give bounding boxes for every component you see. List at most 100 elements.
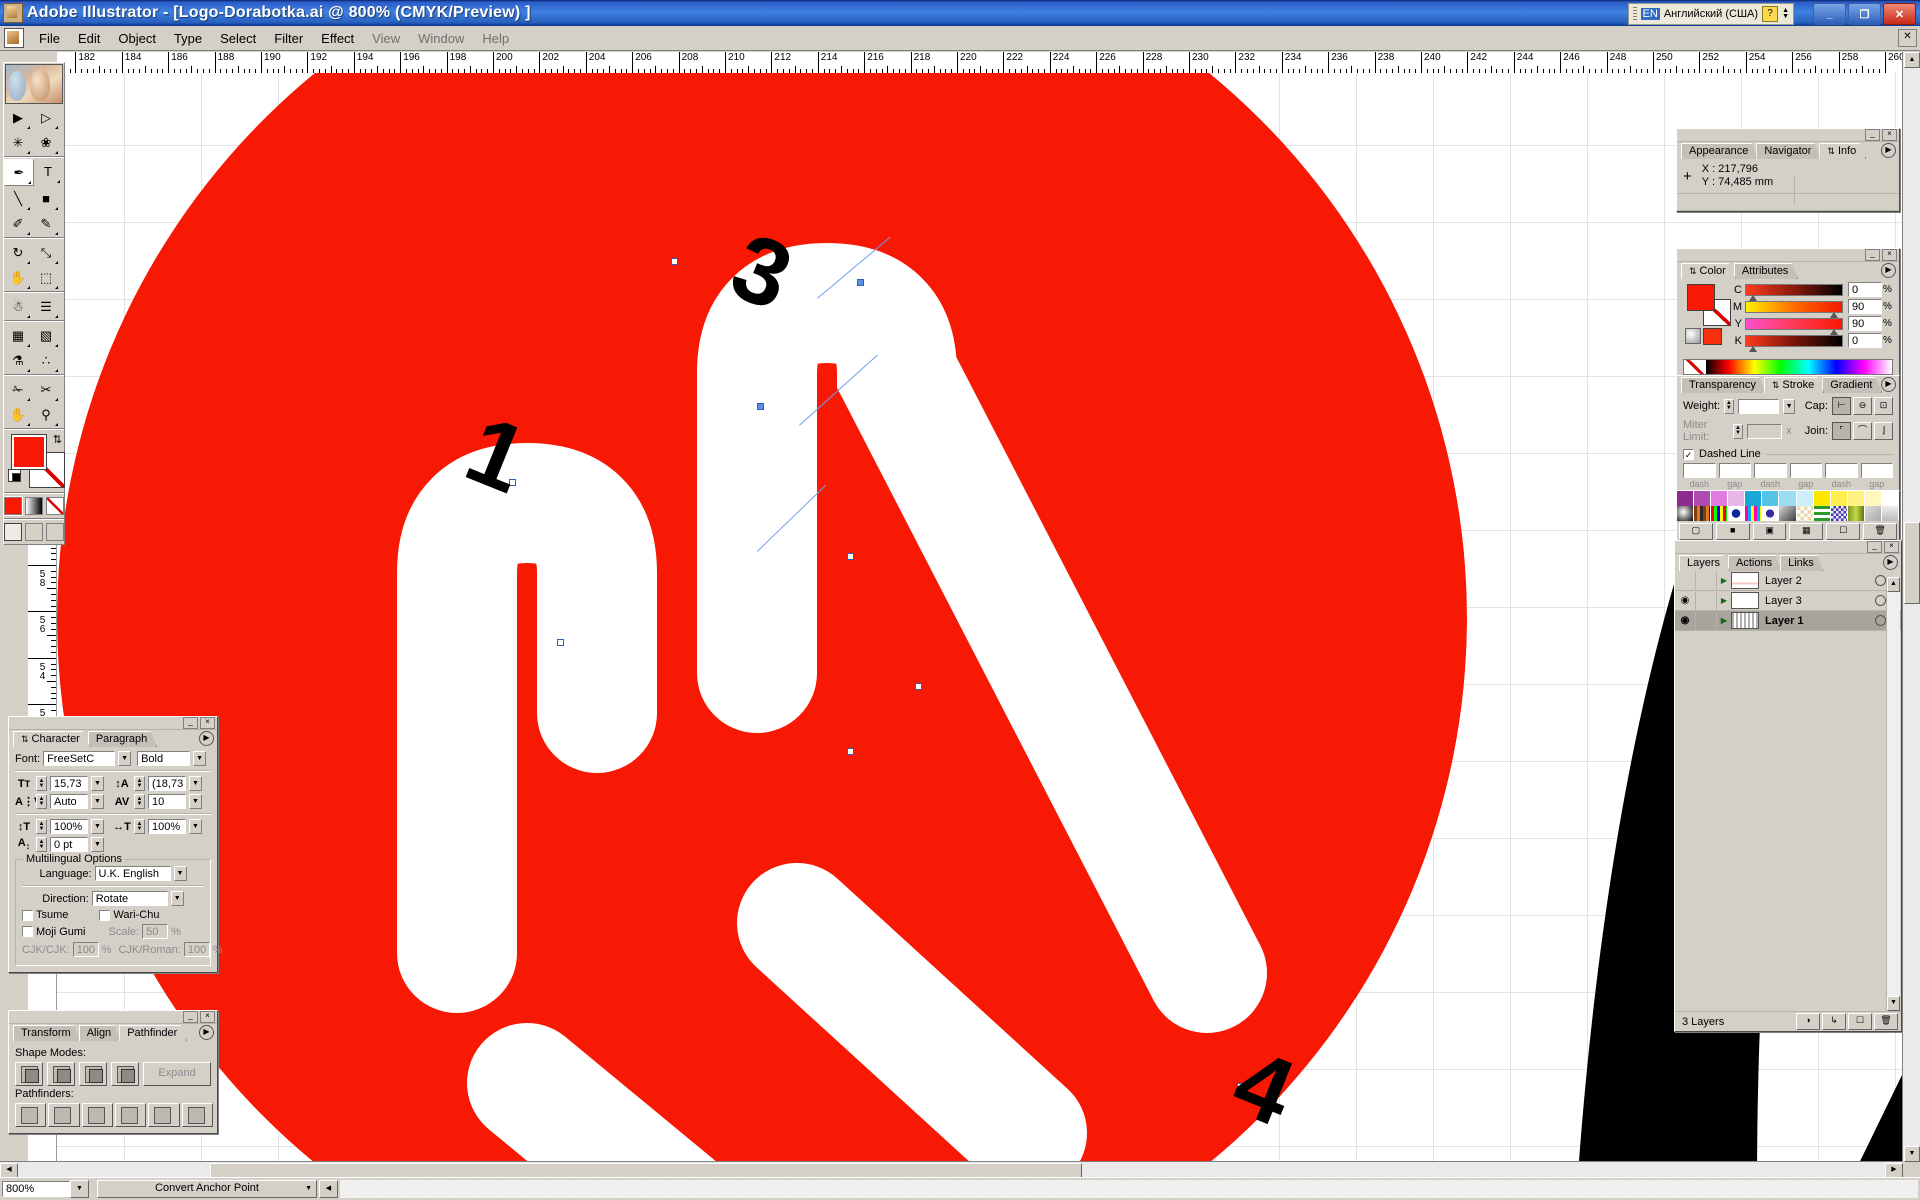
pencil-tool[interactable]: ✎ — [32, 211, 60, 236]
color-tabrow[interactable]: ⇅ Color Attributes ▶ — [1677, 262, 1899, 279]
font-size-dropdown-icon[interactable]: ▼ — [91, 776, 104, 791]
character-tabrow[interactable]: ⇅ Character Paragraph ▶ — [9, 730, 217, 747]
weight-dropdown-icon[interactable]: ▼ — [1783, 398, 1795, 414]
tool-dropdown-icon[interactable]: ▼ — [305, 1181, 312, 1196]
pattern-swatch[interactable] — [1745, 506, 1763, 521]
color-slider-y[interactable]: Y 90% — [1729, 316, 1893, 335]
dash-field-3[interactable] — [1789, 463, 1822, 478]
none-button[interactable] — [46, 497, 64, 515]
miter-field[interactable] — [1746, 423, 1783, 439]
info-close-button[interactable]: × — [1882, 129, 1897, 141]
color-swatch[interactable] — [1881, 491, 1900, 506]
kerning-stepper[interactable]: ▲ ▼ — [36, 794, 47, 809]
pathfinder-minimize-button[interactable]: _ — [183, 1011, 198, 1023]
color-swatch[interactable] — [1830, 491, 1848, 506]
info-tabrow[interactable]: Appearance Navigator ⇅ Info ▶ — [1677, 142, 1899, 159]
swatch-delete-button[interactable]: 🗑 — [1863, 523, 1897, 540]
slider-track-M[interactable] — [1745, 300, 1843, 318]
swatch-show-color-button[interactable]: ■ — [1715, 523, 1750, 540]
baseline-stepper[interactable]: ▲ ▼ — [36, 837, 47, 852]
expand-button[interactable]: Expand — [143, 1062, 211, 1086]
layer-row[interactable]: ▶ Layer 2 — [1675, 571, 1901, 591]
anchor-point[interactable] — [857, 279, 864, 286]
mesh-tool[interactable]: ▦ — [4, 323, 32, 348]
tab-attributes[interactable]: Attributes — [1734, 263, 1798, 279]
color-swatch[interactable] — [1762, 491, 1780, 506]
blend-tool[interactable]: ∴ — [32, 348, 60, 373]
pen-tool[interactable]: ✒ — [4, 159, 34, 186]
layer-target-icon[interactable] — [1875, 595, 1886, 606]
artboard-canvas[interactable]: 1 3 4 — [57, 73, 1903, 1188]
scroll-left-icon[interactable]: ◀ — [0, 1163, 18, 1178]
paintbrush-tool[interactable]: ✐ — [4, 211, 32, 236]
tsume-checkbox[interactable] — [22, 909, 33, 921]
shape-mode-exclude-button[interactable] — [111, 1062, 139, 1086]
direction-field[interactable]: Rotate — [91, 891, 168, 906]
tab-color[interactable]: ⇅ Color — [1681, 263, 1736, 279]
layer-row[interactable]: ◉ ▶ Layer 1 — [1675, 611, 1901, 631]
color-swatch[interactable] — [1677, 491, 1695, 506]
size-leading-row[interactable]: TT ▲ ▼ 15,73 ▼ ↕A ▲ ▼ (18,73 ▼ — [15, 776, 211, 791]
pattern-swatch[interactable] — [1694, 506, 1712, 521]
kerning-dropdown-icon[interactable]: ▼ — [91, 794, 104, 809]
cmyk-sliders[interactable]: C 0% M 90% Y 90% K 0% — [1729, 282, 1893, 352]
slice-tool[interactable]: ✁ — [4, 377, 32, 402]
layers-scrollbar[interactable]: ▲ ▼ — [1886, 577, 1900, 1011]
chevron-down-icon[interactable]: ▲ ▼ — [1782, 7, 1789, 20]
color-close-button[interactable]: × — [1882, 249, 1897, 261]
web-safe-swatch[interactable] — [1703, 328, 1722, 345]
scissors-tool[interactable]: ✂ — [32, 377, 60, 402]
tracking-stepper[interactable]: ▲ ▼ — [134, 794, 145, 809]
document-icon[interactable] — [4, 28, 24, 48]
scale-tool[interactable]: ⤡ — [32, 240, 60, 265]
menu-edit[interactable]: Edit — [69, 28, 109, 49]
tab-info[interactable]: ⇅ Info — [1819, 143, 1866, 159]
tsume-warichu-row[interactable]: Tsume Wari-Chu — [22, 909, 204, 921]
anchor-point[interactable] — [671, 258, 678, 265]
slider-thumb-K[interactable] — [1748, 345, 1757, 352]
pattern-swatch[interactable] — [1864, 506, 1882, 521]
weight-field[interactable] — [1737, 398, 1780, 414]
pathfinder-tabrow[interactable]: Transform Align Pathfinder ▶ — [9, 1024, 217, 1041]
canvas-vertical-scrollbar[interactable]: ▲ ▼ — [1902, 52, 1920, 1162]
layer-expand-icon[interactable]: ▶ — [1717, 616, 1731, 625]
magic-wand-tool[interactable]: ✳ — [4, 130, 32, 155]
layer-visibility-toggle[interactable] — [1675, 571, 1696, 590]
zoom-level-field[interactable]: 800% — [2, 1181, 70, 1197]
color-swatch[interactable] — [1813, 491, 1831, 506]
tab-actions[interactable]: Actions — [1728, 555, 1782, 571]
color-swatch[interactable] — [1694, 491, 1712, 506]
menu-select[interactable]: Select — [211, 28, 265, 49]
tab-layers[interactable]: Layers — [1679, 555, 1730, 571]
cap-round-button[interactable]: ⊖ — [1852, 397, 1872, 415]
menu-type[interactable]: Type — [165, 28, 211, 49]
color-mode-buttons[interactable] — [3, 495, 64, 517]
color-swatch[interactable] — [1847, 491, 1865, 506]
direct-selection-tool[interactable]: ▷ — [32, 105, 60, 130]
status-expand-icon[interactable]: ◀ — [319, 1180, 338, 1198]
tool-grid[interactable]: ▶ ▷ ✳ ❀ ✒ T ╲ ■ ✐ ✎ ↻ ⤡ ✋ ⬚ ☃ ☰ ▦ ▧ ⚗ ∴ ✁ ✂ ✋ ⚲ — [4, 105, 64, 427]
selection-tool[interactable]: ▶ — [4, 105, 32, 130]
color-slider-m[interactable]: M 90% — [1729, 299, 1893, 318]
cjkcjk-field[interactable]: 100 — [72, 942, 99, 957]
join-bevel-button[interactable]: ⌋ — [1874, 422, 1894, 440]
tab-pathfinder[interactable]: Pathfinder — [119, 1025, 187, 1041]
column-graph-tool[interactable]: ☰ — [32, 294, 60, 319]
cap-butt-button[interactable]: ⊢ — [1831, 397, 1851, 415]
font-size-stepper[interactable]: ▲ ▼ — [36, 776, 47, 791]
weight-stepper[interactable]: ▲ ▼ — [1724, 398, 1734, 414]
color-swatch[interactable] — [1779, 491, 1797, 506]
layer-name[interactable]: Layer 2 — [1765, 575, 1875, 587]
swap-fill-stroke-icon[interactable]: ⇅ — [53, 433, 62, 446]
slider-track-C[interactable] — [1745, 283, 1843, 301]
horizontal-scale-stepper[interactable]: ▲ ▼ — [134, 819, 145, 834]
layer-visibility-toggle[interactable]: ◉ — [1675, 611, 1696, 630]
kerning-tracking-row[interactable]: A⋮V ▲ ▼ Auto ▼ AV ▲ ▼ 10 ▼ — [15, 794, 211, 809]
scale-row[interactable]: ↕T ▲ ▼ 100% ▼ ↔T ▲ ▼ 100% ▼ — [15, 819, 211, 834]
color-value-C[interactable]: 0 — [1848, 282, 1882, 297]
pattern-swatch[interactable] — [1881, 506, 1900, 521]
tab-appearance[interactable]: Appearance — [1681, 143, 1758, 159]
leading-stepper[interactable]: ▲ ▼ — [134, 776, 145, 791]
zoom-tool[interactable]: ⚲ — [32, 402, 60, 427]
shape-modes-buttons[interactable]: Expand — [15, 1062, 211, 1086]
